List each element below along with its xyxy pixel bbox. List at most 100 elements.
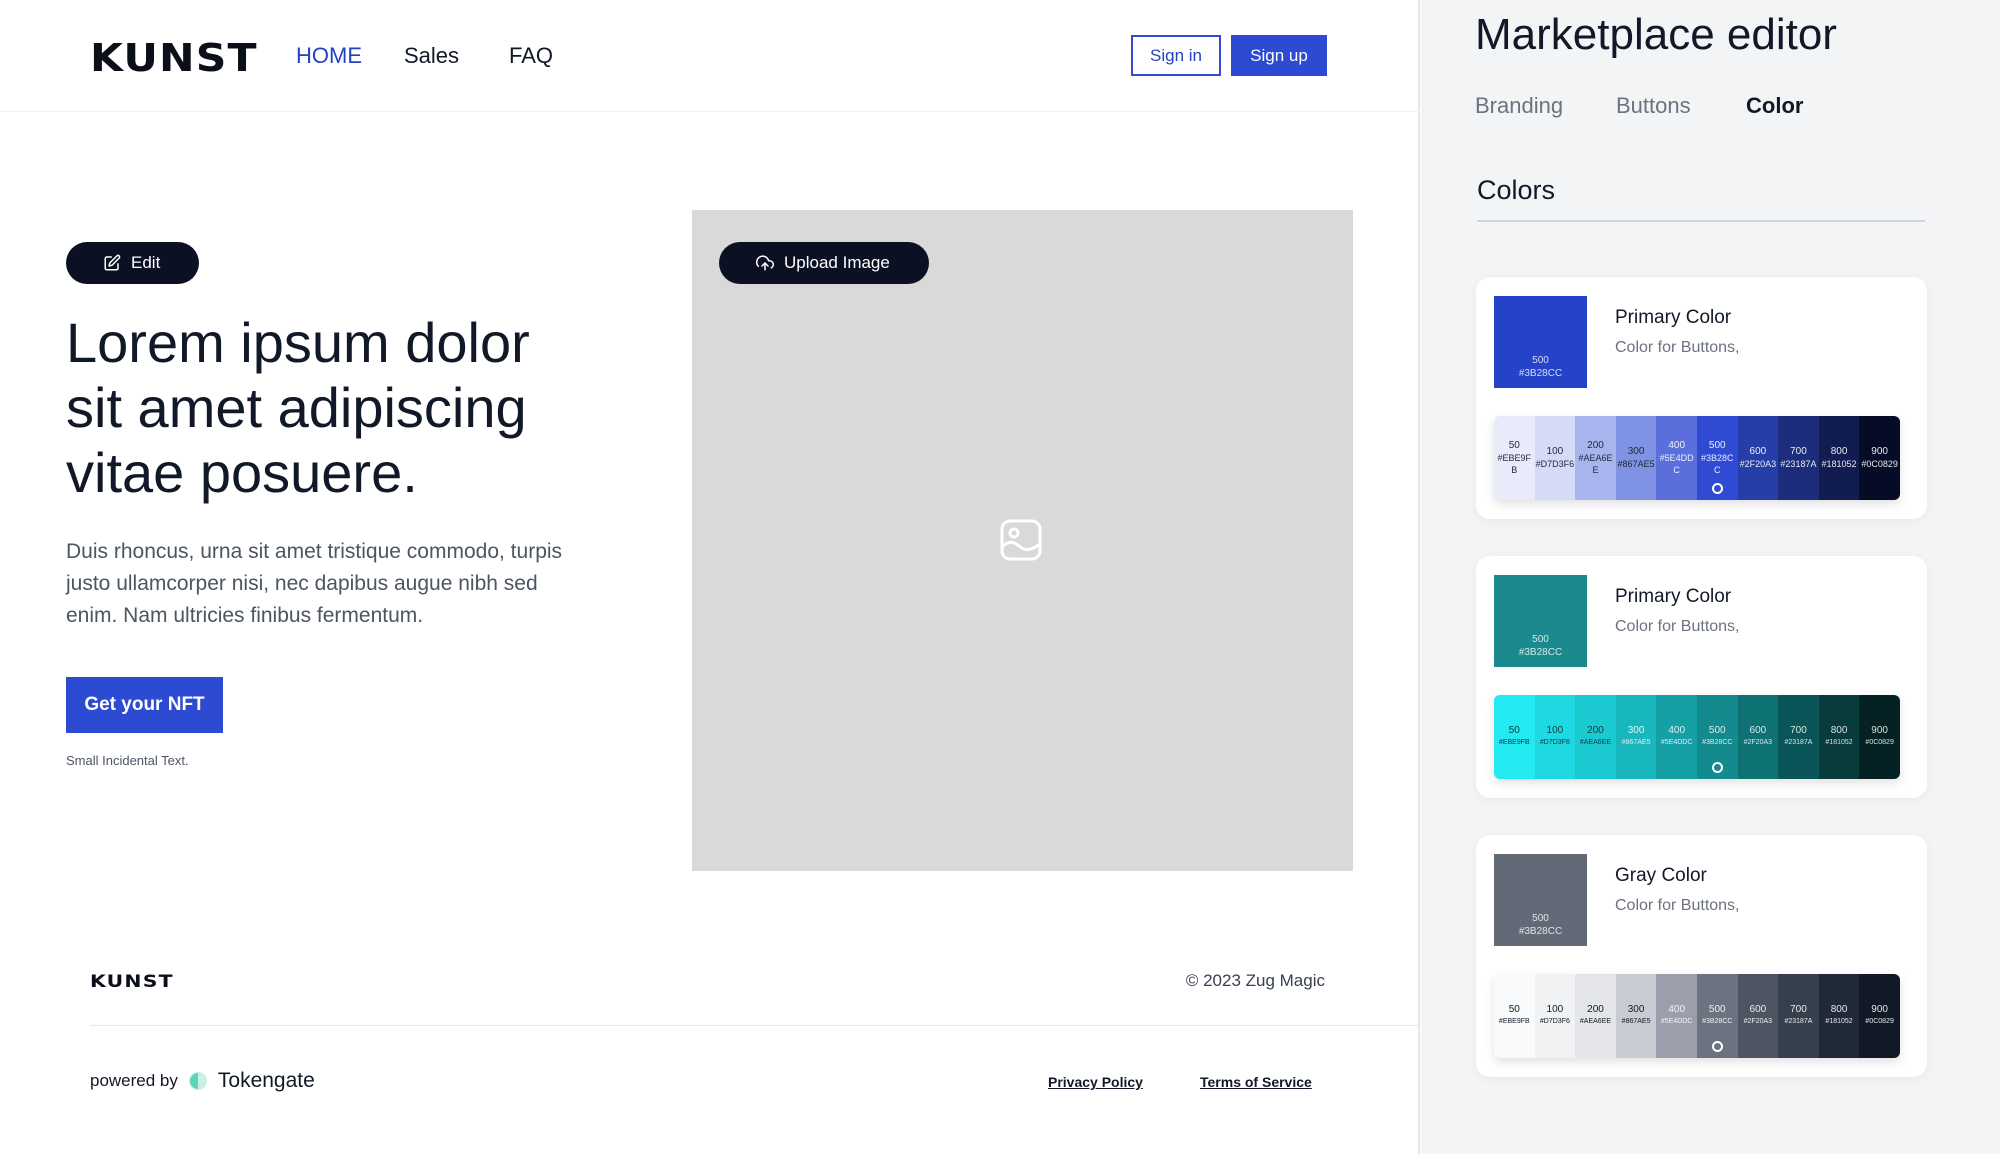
color-scale-step[interactable]: 100 #D7D3F6	[1534, 974, 1576, 1058]
color-scale-step[interactable]: 900 #0C0829	[1859, 695, 1900, 779]
edit-label: Edit	[131, 253, 161, 272]
scale-hex: #867AE5	[1621, 739, 1651, 746]
scale-hex: #2F20A3	[1739, 459, 1777, 469]
nav-sales[interactable]: Sales	[404, 43, 459, 69]
scale-weight: 900	[1871, 446, 1888, 457]
color-scale-step[interactable]: 300 #867AE5	[1615, 974, 1657, 1058]
color-scale-step[interactable]: 400 #5E4DDC	[1656, 974, 1697, 1058]
scale-hex: #0C0829	[1865, 1018, 1894, 1025]
scale-hex: #D7D3F6	[1539, 1018, 1570, 1025]
scale-hex: #23187A	[1780, 459, 1817, 469]
tab-buttons[interactable]: Buttons	[1616, 93, 1691, 119]
scale-hex: #23187A	[1784, 739, 1813, 746]
color-scale-step[interactable]: 600 #2F20A3	[1737, 695, 1779, 779]
selected-step-indicator	[1711, 762, 1723, 773]
selected-step-indicator	[1711, 1041, 1723, 1052]
scale-weight: 400	[1668, 440, 1686, 451]
color-scale-step[interactable]: 100 #D7D3F6	[1534, 695, 1576, 779]
scale-weight: 300	[1627, 446, 1645, 457]
site-header: KUNST HOME Sales FAQ Sign in Sign up	[0, 0, 1420, 112]
color-scale-step[interactable]: 700 #23187A	[1778, 416, 1819, 500]
upload-image-button[interactable]: Upload Image	[719, 242, 929, 284]
privacy-policy-link[interactable]: Privacy Policy	[1048, 1074, 1143, 1090]
tab-color[interactable]: Color	[1746, 93, 1803, 119]
color-card-title: Primary Color	[1615, 307, 1732, 328]
color-scale: 50 #EBE9FB 100 #D7D3F6 200 #AEA6EE 300 #867AE5 4…	[1494, 416, 1900, 500]
scale-hex: #AEA6EE	[1578, 453, 1613, 475]
color-scale-step[interactable]: 300 #867AE5	[1615, 416, 1657, 500]
color-scale-step[interactable]: 50 #EBE9FB	[1494, 695, 1535, 779]
color-scale-step[interactable]: 600 #2F20A3	[1737, 974, 1779, 1058]
scale-weight: 100	[1546, 446, 1564, 457]
color-scale-step[interactable]: 500 #3B28CC	[1696, 974, 1738, 1058]
upload-image-label: Upload Image	[784, 253, 890, 272]
color-scale-step[interactable]: 200 #AEA6EE	[1575, 974, 1616, 1058]
sign-in-button[interactable]: Sign in	[1131, 35, 1221, 76]
color-swatch[interactable]: 500 #3B28CC	[1494, 296, 1587, 388]
scale-weight: 800	[1830, 446, 1848, 457]
swatch-weight: 500	[1532, 913, 1549, 924]
scale-weight: 900	[1871, 725, 1888, 736]
scale-hex: #3B28CC	[1702, 1018, 1733, 1025]
scale-hex: #AEA6EE	[1579, 739, 1612, 746]
color-scale-step[interactable]: 900 #0C0829	[1859, 416, 1900, 500]
scale-weight: 400	[1668, 725, 1686, 736]
color-scale-step[interactable]: 700 #23187A	[1778, 974, 1819, 1058]
scale-weight: 50	[1508, 1004, 1520, 1015]
color-card-title: Primary Color	[1615, 586, 1732, 607]
tab-branding[interactable]: Branding	[1475, 93, 1563, 119]
color-swatch[interactable]: 500 #3B28CC	[1494, 854, 1587, 946]
scale-weight: 100	[1546, 1004, 1564, 1015]
scale-weight: 500	[1708, 1004, 1726, 1015]
color-card: 500 #3B28CC Primary Color Color for Buttons…	[1476, 556, 1927, 798]
color-scale-step[interactable]: 800 #181052	[1818, 974, 1860, 1058]
scale-weight: 800	[1830, 725, 1848, 736]
terms-of-service-link[interactable]: Terms of Service	[1200, 1074, 1312, 1090]
get-nft-button[interactable]: Get your NFT	[66, 677, 223, 733]
color-card-subtitle: Color for Buttons,	[1615, 897, 1740, 914]
color-scale-step[interactable]: 600 #2F20A3	[1737, 416, 1779, 500]
color-card-subtitle: Color for Buttons,	[1615, 618, 1740, 635]
color-scale-step[interactable]: 200 #AEA6EE	[1575, 695, 1616, 779]
colors-section-title: Colors	[1477, 175, 1556, 205]
color-scale-step[interactable]: 50 #EBE9FB	[1494, 974, 1535, 1058]
color-scale-step[interactable]: 400 #5E4DDC	[1656, 695, 1697, 779]
color-scale-step[interactable]: 100 #D7D3F6	[1534, 416, 1576, 500]
scale-weight: 300	[1627, 725, 1645, 736]
scale-weight: 900	[1871, 1004, 1888, 1015]
sign-up-button[interactable]: Sign up	[1231, 35, 1327, 76]
scale-weight: 500	[1708, 725, 1726, 736]
scale-hex: #181052	[1821, 459, 1857, 469]
edit-button[interactable]: Edit	[66, 242, 199, 284]
scale-hex: #0C0829	[1865, 739, 1894, 746]
color-scale-step[interactable]: 500 #3B28CC	[1696, 695, 1738, 779]
scale-hex: #5E4DDC	[1660, 739, 1693, 746]
color-scale-step[interactable]: 50 #EBE9FB	[1494, 416, 1535, 500]
color-scale-step[interactable]: 300 #867AE5	[1615, 695, 1657, 779]
image-icon	[1000, 519, 1042, 561]
color-scale-step[interactable]: 200 #AEA6EE	[1575, 416, 1616, 500]
footer-logo[interactable]: KUNST	[90, 972, 174, 992]
swatch-weight: 500	[1532, 355, 1549, 366]
color-scale-step[interactable]: 500 #3B28CC	[1696, 416, 1738, 500]
nav-faq[interactable]: FAQ	[509, 43, 553, 69]
color-scale-step[interactable]: 800 #181052	[1818, 695, 1860, 779]
color-card-title: Gray Color	[1615, 865, 1707, 886]
nav-home[interactable]: HOME	[296, 43, 362, 69]
color-scale-step[interactable]: 800 #181052	[1818, 416, 1860, 500]
color-scale-step[interactable]: 700 #23187A	[1778, 695, 1819, 779]
scale-weight: 700	[1790, 1004, 1807, 1015]
color-scale-step[interactable]: 400 #5E4DDC	[1656, 416, 1697, 500]
scale-weight: 400	[1668, 1004, 1686, 1015]
site-logo[interactable]: KUNST	[90, 36, 258, 80]
color-scale-step[interactable]: 900 #0C0829	[1859, 974, 1900, 1058]
selected-step-indicator	[1711, 483, 1723, 494]
tokengate-logo-icon	[188, 1072, 207, 1090]
scale-weight: 700	[1790, 725, 1807, 736]
scale-hex: #181052	[1825, 1018, 1853, 1025]
scale-hex: #0C0829	[1861, 459, 1898, 469]
scale-hex: #EBE9FB	[1498, 1018, 1530, 1025]
powered-by[interactable]: powered by Tokengate	[90, 1069, 315, 1093]
color-scale: 50 #EBE9FB 100 #D7D3F6 200 #AEA6EE 300 #867AE5 4…	[1494, 695, 1900, 779]
color-swatch[interactable]: 500 #3B28CC	[1494, 575, 1587, 667]
